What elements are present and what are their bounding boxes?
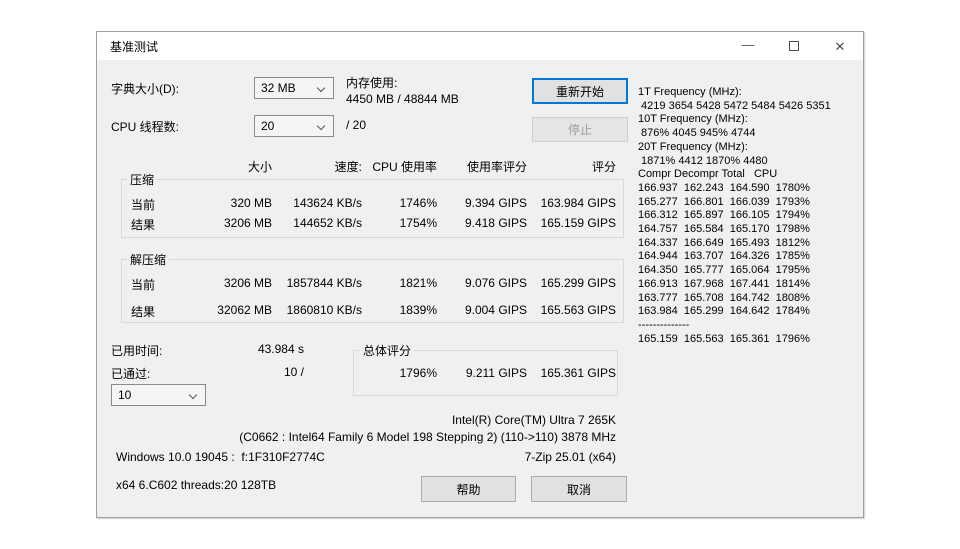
close-button[interactable]: ✕ xyxy=(817,32,863,60)
passes-select-value: 10 xyxy=(118,388,131,402)
dictionary-size-label: 字典大小(D): xyxy=(111,80,179,97)
log-line: 876% 4045 945% 4744 xyxy=(638,127,863,141)
log-line: 166.937 162.243 164.590 1780% xyxy=(638,182,863,196)
minimize-button[interactable]: — xyxy=(725,32,771,60)
cpu-threads-value: 20 xyxy=(261,119,274,133)
log-line: 165.277 166.801 166.039 1793% xyxy=(638,196,863,210)
total-rating: 165.361 GIPS xyxy=(541,366,616,380)
log-line: 166.913 167.968 167.441 1814% xyxy=(638,278,863,292)
row-label-current: 当前 xyxy=(131,196,155,213)
dialog-title: 基准测试 xyxy=(97,38,158,55)
cell-cpu-usage: 1821% xyxy=(400,276,437,290)
passes-select[interactable]: 10 xyxy=(111,384,206,406)
total-cpu-usage: 1796% xyxy=(400,366,437,380)
cell-rating: 165.159 GIPS xyxy=(541,216,616,230)
stop-button[interactable]: 停止 xyxy=(532,117,628,142)
header-rating: 评分 xyxy=(592,158,616,175)
cell-usage-rating: 9.394 GIPS xyxy=(465,196,527,210)
log-line: 166.312 165.897 166.105 1794% xyxy=(638,209,863,223)
row-label-result: 结果 xyxy=(131,216,155,233)
arch-info: x64 6.C602 threads:20 128TB xyxy=(116,478,276,492)
log-line: 164.350 165.777 165.064 1795% xyxy=(638,264,863,278)
memory-usage-label: 内存使用: xyxy=(346,74,397,91)
log-line: 1T Frequency (MHz): xyxy=(638,86,863,100)
header-usage-rating: 使用率评分 xyxy=(467,158,527,175)
cell-usage-rating: 9.076 GIPS xyxy=(465,276,527,290)
header-speed: 速度: xyxy=(335,158,362,175)
cell-speed: 1857844 KB/s xyxy=(287,276,362,290)
cpu-details: (C0662 : Intel64 Family 6 Model 198 Step… xyxy=(239,430,616,444)
chevron-down-icon xyxy=(317,122,325,130)
cell-speed: 144652 KB/s xyxy=(293,216,362,230)
dictionary-size-value: 32 MB xyxy=(261,81,296,95)
log-line: 4219 3654 5428 5472 5484 5426 5351 xyxy=(638,100,863,114)
title-bar[interactable]: 基准测试 — ✕ xyxy=(97,32,863,60)
chevron-down-icon xyxy=(317,84,325,92)
elapsed-time-label: 已用时间: xyxy=(111,342,162,359)
maximize-button[interactable] xyxy=(771,32,817,60)
decompression-group-label: 解压缩 xyxy=(127,251,169,268)
chevron-down-icon xyxy=(189,391,197,399)
row-label-result: 结果 xyxy=(131,303,155,320)
cell-rating: 165.563 GIPS xyxy=(541,303,616,317)
memory-usage-value: 4450 MB / 48844 MB xyxy=(346,92,459,106)
cell-usage-rating: 9.418 GIPS xyxy=(465,216,527,230)
cell-cpu-usage: 1746% xyxy=(400,196,437,210)
log-line: 20T Frequency (MHz): xyxy=(638,141,863,155)
cpu-name: Intel(R) Core(TM) Ultra 7 265K xyxy=(452,413,616,427)
cell-size: 3206 MB xyxy=(224,276,272,290)
cpu-threads-select[interactable]: 20 xyxy=(254,115,334,137)
log-line: 163.984 165.299 164.642 1784% xyxy=(638,305,863,319)
cell-usage-rating: 9.004 GIPS xyxy=(465,303,527,317)
total-rating-group-label: 总体评分 xyxy=(360,342,414,359)
benchmark-dialog: 基准测试 — ✕ 字典大小(D): 32 MB 内存使用: 4450 MB / … xyxy=(96,31,864,518)
log-line-separator: -------------- xyxy=(638,319,863,333)
cell-size: 32062 MB xyxy=(217,303,272,317)
elapsed-time-value: 43.984 s xyxy=(258,342,304,356)
log-line: 163.777 165.708 164.742 1808% xyxy=(638,292,863,306)
compression-group-label: 压缩 xyxy=(127,171,157,188)
log-line: 10T Frequency (MHz): xyxy=(638,113,863,127)
log-line: 1871% 4412 1870% 4480 xyxy=(638,155,863,169)
log-line: 164.757 165.584 165.170 1798% xyxy=(638,223,863,237)
app-version: 7-Zip 25.01 (x64) xyxy=(525,450,616,464)
log-line: 164.944 163.707 164.326 1785% xyxy=(638,250,863,264)
os-version: Windows 10.0 19045 : f:1F310F2774C xyxy=(116,450,325,464)
header-cpu-usage: CPU 使用率 xyxy=(372,158,437,175)
cancel-button[interactable]: 取消 xyxy=(531,476,627,502)
maximize-icon xyxy=(789,41,799,51)
cell-rating: 163.984 GIPS xyxy=(541,196,616,210)
cell-size: 3206 MB xyxy=(224,216,272,230)
benchmark-log-panel: 1T Frequency (MHz): 4219 3654 5428 5472 … xyxy=(638,86,863,346)
help-button[interactable]: 帮助 xyxy=(421,476,516,502)
close-icon: ✕ xyxy=(835,40,846,53)
dictionary-size-select[interactable]: 32 MB xyxy=(254,77,334,99)
window-controls: — ✕ xyxy=(725,32,863,60)
log-line: Compr Decompr Total CPU xyxy=(638,168,863,182)
cell-cpu-usage: 1754% xyxy=(400,216,437,230)
restart-button[interactable]: 重新开始 xyxy=(532,78,628,104)
cell-speed: 1860810 KB/s xyxy=(287,303,362,317)
total-usage-rating: 9.211 GIPS xyxy=(466,366,527,380)
total-rating-row: 1796% 9.211 GIPS 165.361 GIPS xyxy=(97,366,863,382)
cell-rating: 165.299 GIPS xyxy=(541,276,616,290)
row-label-current: 当前 xyxy=(131,276,155,293)
cell-speed: 143624 KB/s xyxy=(293,196,362,210)
log-line: 164.337 166.649 165.493 1812% xyxy=(638,237,863,251)
cpu-threads-label: CPU 线程数: xyxy=(111,118,179,135)
cpu-threads-total: / 20 xyxy=(346,118,366,132)
cell-cpu-usage: 1839% xyxy=(400,303,437,317)
log-line-total: 165.159 165.563 165.361 1796% xyxy=(638,333,863,347)
cell-size: 320 MB xyxy=(231,196,272,210)
header-size: 大小 xyxy=(248,158,272,175)
minimize-icon: — xyxy=(742,38,755,51)
